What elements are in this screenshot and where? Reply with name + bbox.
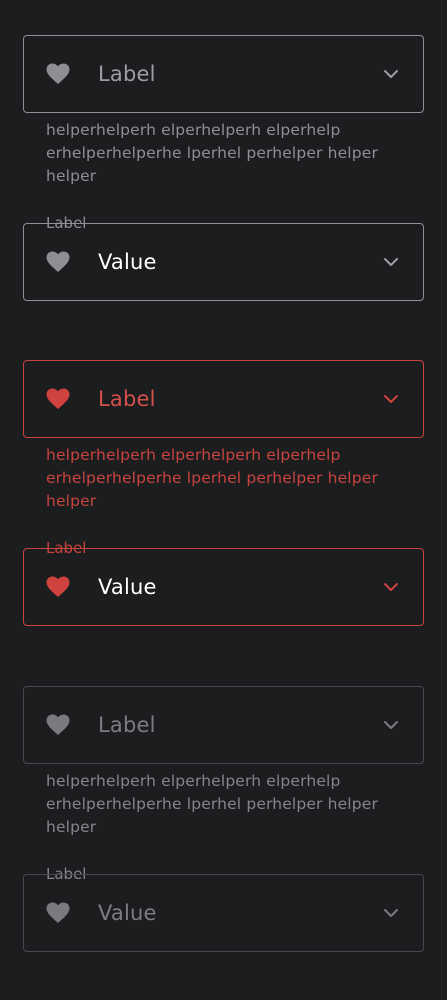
select-placeholder: Label [98,387,156,411]
select-value: Value [98,250,157,274]
error-select-empty[interactable]: Label [23,360,424,438]
default-select-empty[interactable]: Label [23,35,424,113]
select-value: Value [98,901,157,925]
select-placeholder: Label [98,62,156,86]
disabled-select-empty: Label [23,686,424,764]
helper-text: helperhelperh elperhelperh elperhelp erh… [46,121,378,185]
error-helper-text: helperhelperh elperhelperh elperhelp erh… [46,446,378,510]
heart-icon [46,63,70,85]
chevron-down-icon[interactable] [383,257,399,267]
chevron-down-icon [383,720,399,730]
error-select-filled[interactable]: Value [23,548,424,626]
select-placeholder: Label [98,713,156,737]
chevron-down-icon[interactable] [383,394,399,404]
chevron-down-icon[interactable] [383,582,399,592]
heart-icon [46,388,70,410]
heart-icon [46,714,70,736]
select-value: Value [98,575,157,599]
disabled-select-filled: Value [23,874,424,952]
disabled-helper-text: helperhelperh elperhelperh elperhelp erh… [46,772,378,836]
chevron-down-icon[interactable] [383,69,399,79]
chevron-down-icon [383,908,399,918]
heart-icon [46,902,70,924]
default-select-filled[interactable]: Value [23,223,424,301]
heart-icon [46,251,70,273]
heart-icon [46,576,70,598]
